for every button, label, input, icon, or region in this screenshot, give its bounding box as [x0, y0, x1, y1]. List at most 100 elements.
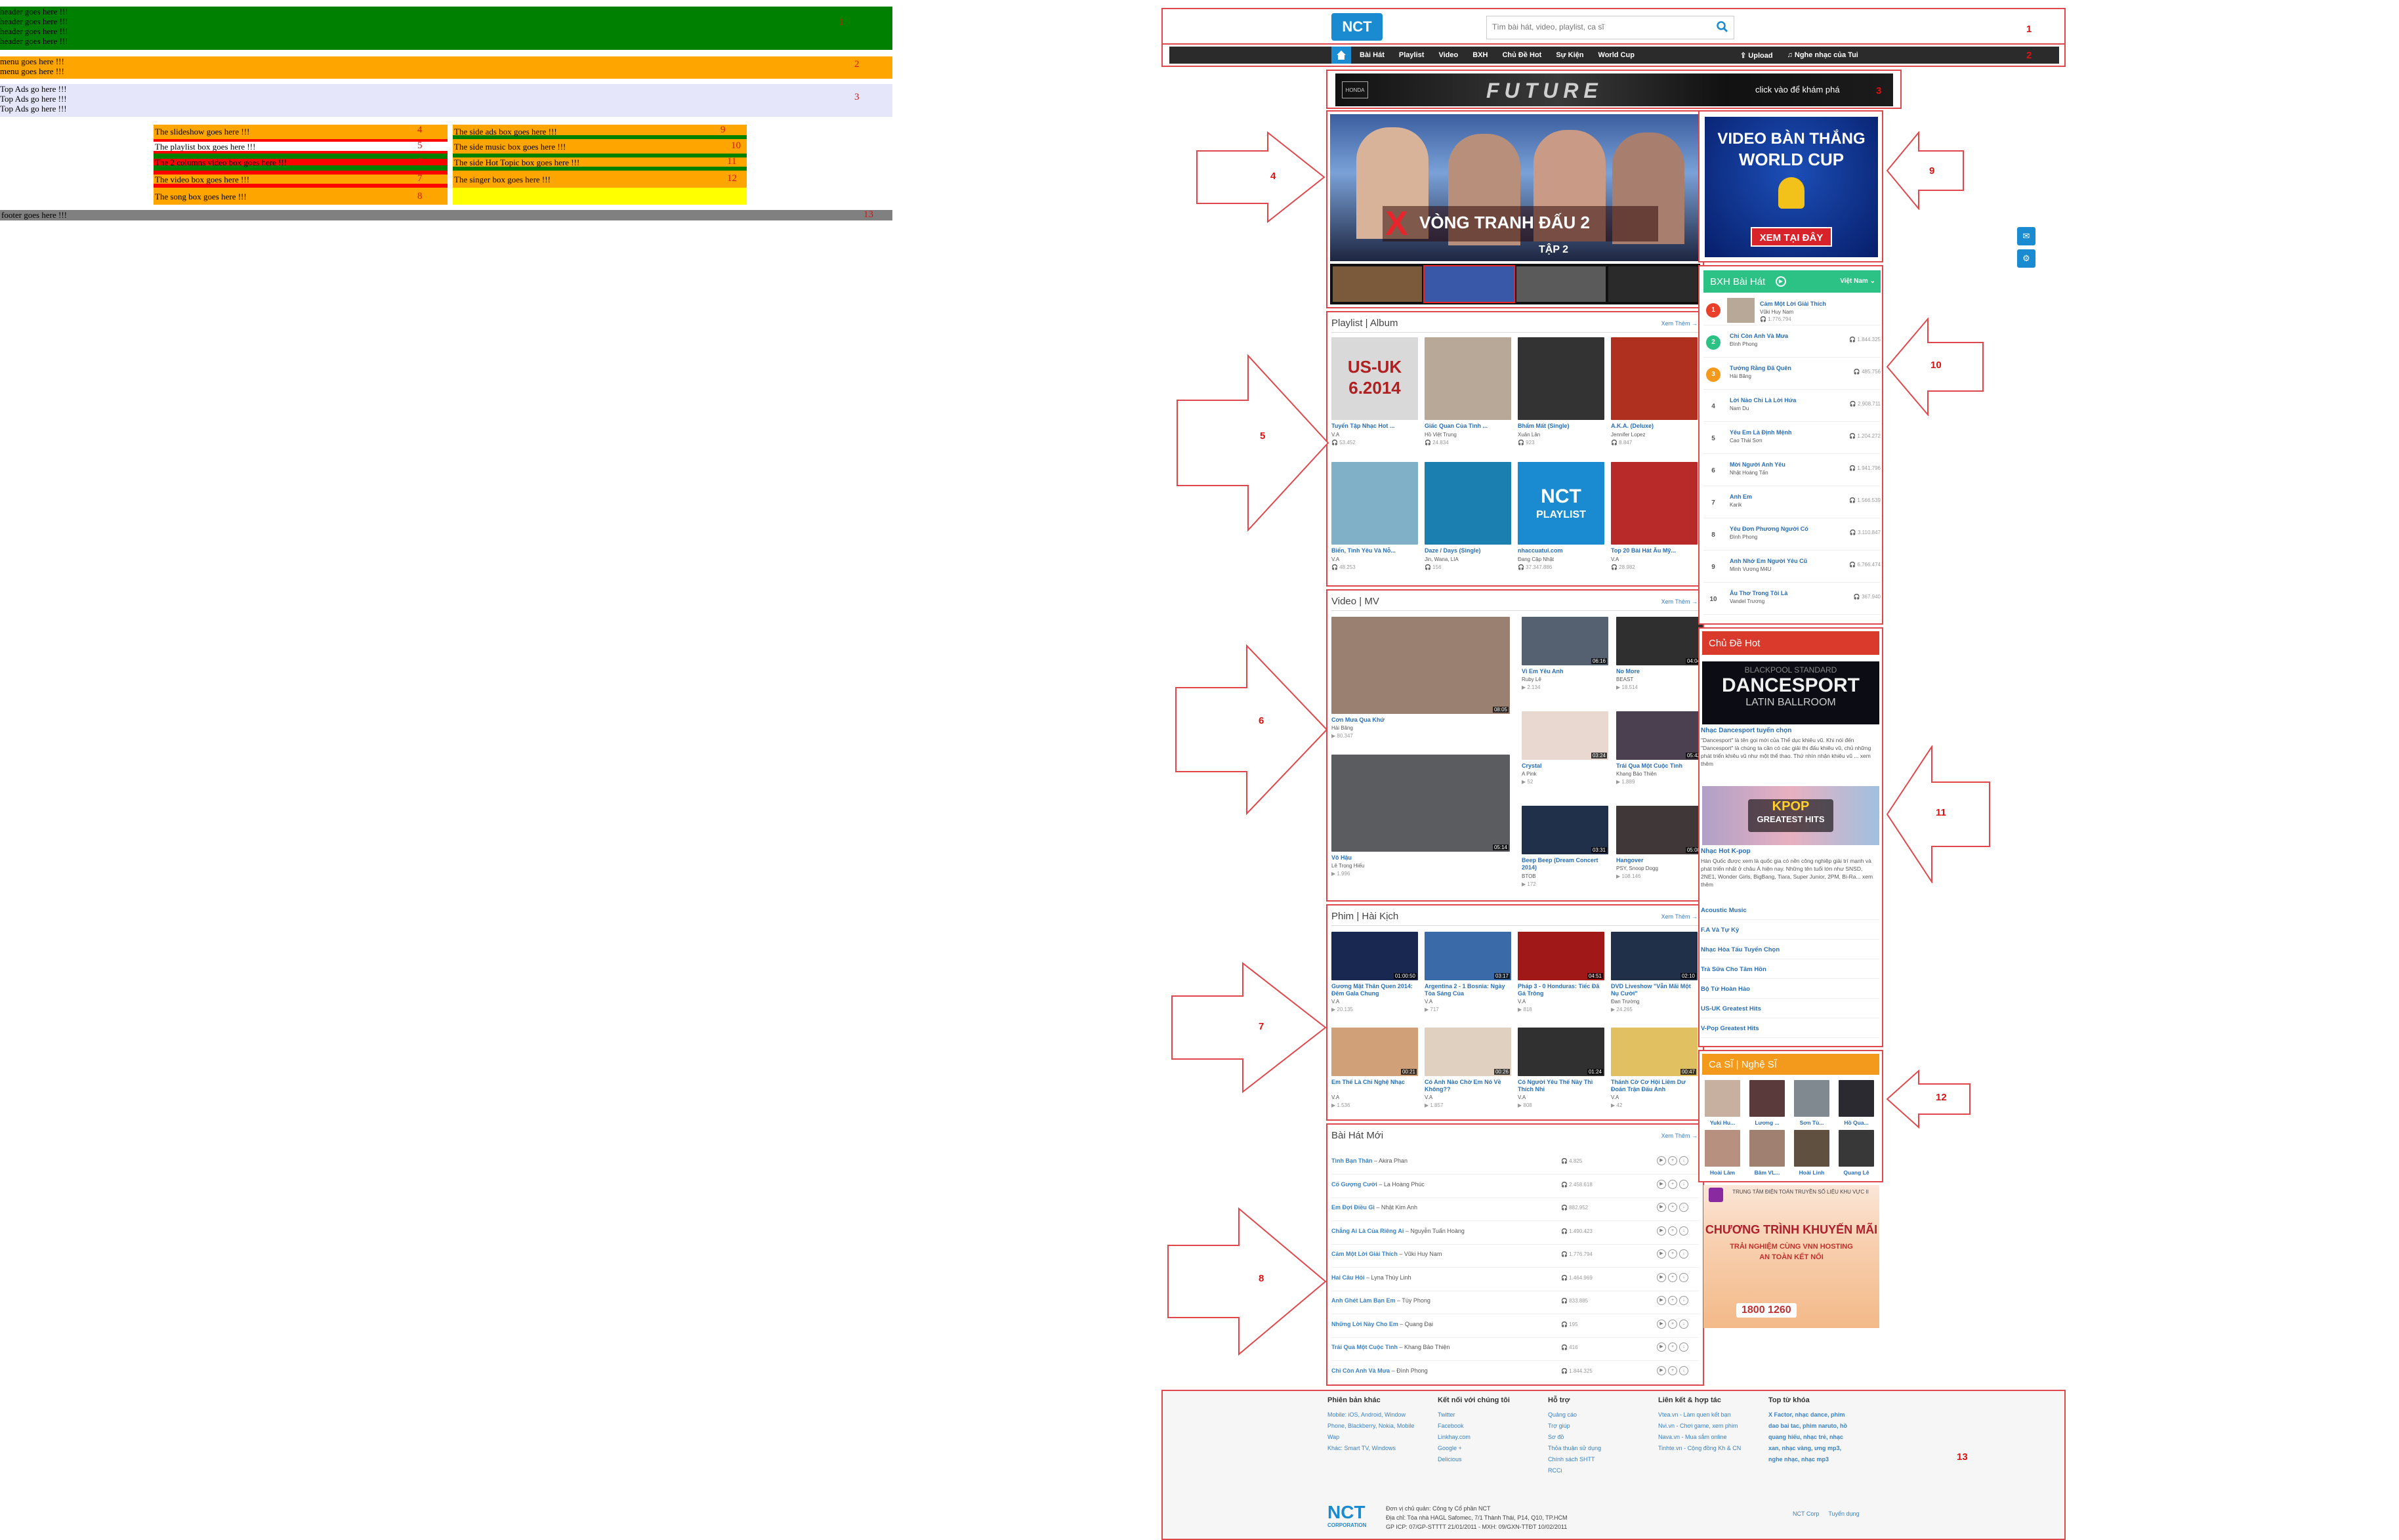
video-thumb[interactable]: 05:42: [1616, 711, 1703, 760]
song-title[interactable]: Tình Bạn Thân: [1331, 1157, 1373, 1164]
chart-artist[interactable]: Minh Vương M4U: [1730, 566, 1772, 572]
film-thumb[interactable]: 02:10: [1611, 932, 1698, 980]
video-title[interactable]: Cơn Mưa Qua Khứ: [1331, 717, 1385, 723]
footer-link[interactable]: Chính sách SHTT: [1548, 1454, 1653, 1465]
playlist-artist[interactable]: V.A: [1331, 432, 1418, 438]
avatar[interactable]: [1794, 1130, 1829, 1167]
film-thumb[interactable]: 03:17: [1425, 932, 1511, 980]
singer-card[interactable]: Sơn Tù...: [1791, 1080, 1832, 1127]
song-artist[interactable]: – Lyna Thùy Linh: [1365, 1274, 1411, 1281]
video-card[interactable]: 03:24 Crystal A Pink ▶ 52: [1522, 711, 1608, 803]
singer-card[interactable]: Hoài Linh: [1791, 1130, 1832, 1177]
footer-link[interactable]: Phone, Blackberry, Nokia, Mobile: [1327, 1421, 1432, 1432]
film-title[interactable]: Em Thế Là Chỉ Nghệ Nhạc: [1331, 1079, 1418, 1093]
playlist-thumb[interactable]: [1425, 337, 1511, 420]
chart-row[interactable]: 9 Anh Nhớ Em Người Yêu Cũ Minh Vương M4U 🎧 …: [1703, 552, 1881, 583]
chart-song-title[interactable]: Anh Nhớ Em Người Yêu Cũ: [1730, 558, 1815, 564]
playlist-thumb[interactable]: [1611, 462, 1698, 545]
play-icon[interactable]: ▶: [1657, 1319, 1666, 1329]
dancesport-image[interactable]: BLACKPOOL STANDARD DANCESPORT LATIN BALL…: [1702, 661, 1879, 724]
video-thumb[interactable]: 04:04: [1616, 617, 1703, 665]
footer-link[interactable]: Twitter: [1438, 1409, 1543, 1421]
worldcup-ad[interactable]: VIDEO BÀN THẮNG WORLD CUP XEM TẠI ĐÂY: [1705, 117, 1878, 257]
chart-row[interactable]: 8 Yêu Đơn Phương Người Có Đình Phong 🎧 3.11…: [1703, 520, 1881, 551]
song-artist[interactable]: – Tùy Phong: [1396, 1297, 1430, 1304]
upload-button[interactable]: ⇪ Upload: [1740, 51, 1773, 60]
song-row[interactable]: Chỉ Còn Anh Và Mưa – Đình Phong 🎧 1.844.3…: [1331, 1363, 1699, 1384]
footer-link[interactable]: nghe nhạc, nhạc mp3: [1768, 1454, 1873, 1465]
chart-song-title[interactable]: Âu Thơ Trong Tôi Là: [1730, 590, 1815, 596]
nav-item[interactable]: Video: [1438, 51, 1458, 59]
song-row[interactable]: Anh Ghét Làm Bạn Em – Tùy Phong 🎧 833.885…: [1331, 1293, 1699, 1314]
slide-thumb[interactable]: [1516, 266, 1606, 302]
hot-topic-title[interactable]: Nhạc Hot K-pop: [1701, 848, 1751, 855]
footer-link[interactable]: Thỏa thuận sử dụng: [1548, 1443, 1653, 1454]
play-icon[interactable]: ▶: [1657, 1156, 1666, 1165]
playlist-title[interactable]: Biển, Tình Yêu Và Nỗ...: [1331, 547, 1418, 554]
playlist-artist[interactable]: Jennifer Lopez: [1611, 432, 1698, 438]
song-title[interactable]: Hai Câu Hỏi: [1331, 1274, 1365, 1281]
playlist-card[interactable]: Daze / Days (Single) Jin, Wana, LIA 🎧 156: [1425, 462, 1511, 581]
video-artist[interactable]: Khang Bảo Thiện: [1616, 771, 1657, 777]
settings-icon[interactable]: ⚙: [2017, 249, 2035, 268]
song-row[interactable]: Em Đợi Điều Gì – Nhật Kim Anh 🎧 882.952 ▶ +…: [1331, 1200, 1699, 1221]
hot-topic-link[interactable]: Bộ Tứ Hoàn Hảo: [1701, 986, 1879, 999]
playlist-thumb[interactable]: [1331, 462, 1418, 545]
video-card[interactable]: 06:16 Vì Em Yêu Anh Ruby Lê ▶ 2.134: [1522, 617, 1608, 709]
song-row[interactable]: Những Lời Này Cho Em – Quang Đại 🎧 195 ▶ + ↓: [1331, 1317, 1699, 1338]
download-icon[interactable]: ↓: [1679, 1365, 1688, 1375]
add-icon[interactable]: +: [1668, 1319, 1677, 1329]
hot-topic-link[interactable]: Trà Sữa Cho Tâm Hồn: [1701, 966, 1879, 979]
video-thumb[interactable]: 06:16: [1522, 617, 1608, 665]
footer-link[interactable]: xan, nhạc vàng, ưng mp3,: [1768, 1443, 1873, 1454]
video-artist[interactable]: PSY, Snoop Dogg: [1616, 865, 1658, 871]
song-row[interactable]: Tình Bạn Thân – Akira Phan 🎧 4.825 ▶ + ↓: [1331, 1154, 1699, 1175]
footer-link[interactable]: Wap: [1327, 1432, 1432, 1443]
film-artist[interactable]: V.A: [1331, 1094, 1339, 1100]
footer-link[interactable]: Quảng cáo: [1548, 1409, 1653, 1421]
film-title[interactable]: DVD Liveshow "Vẫn Mãi Một Nụ Cười": [1611, 983, 1698, 997]
song-title[interactable]: Chẳng Ai Là Của Riêng Ai: [1331, 1228, 1404, 1234]
footer-link[interactable]: Nava.vn - Mua sắm online: [1658, 1432, 1763, 1443]
film-thumb[interactable]: 01:00:50: [1331, 932, 1418, 980]
film-thumb[interactable]: 01:24: [1518, 1028, 1604, 1076]
play-icon[interactable]: ▶: [1776, 276, 1786, 287]
video-title[interactable]: Vì Em Yêu Anh: [1522, 668, 1608, 675]
footer-link[interactable]: Trợ giúp: [1548, 1421, 1653, 1432]
more-link[interactable]: Xem Thêm →: [1661, 598, 1698, 605]
singer-name[interactable]: Hoài Lâm: [1702, 1169, 1743, 1176]
playlist-title[interactable]: A.K.A. (Deluxe): [1611, 423, 1698, 429]
avatar[interactable]: [1705, 1080, 1740, 1117]
song-title[interactable]: Anh Ghét Làm Bạn Em: [1331, 1297, 1396, 1304]
playlist-artist[interactable]: V.A: [1611, 556, 1698, 562]
footer-link[interactable]: Khác: Smart TV, Windows: [1327, 1443, 1432, 1454]
song-row[interactable]: Trái Qua Một Cuộc Tình – Khang Bảo Thiện…: [1331, 1340, 1699, 1361]
video-thumb[interactable]: 03:31: [1522, 806, 1608, 854]
footer-link[interactable]: Linkhay.com: [1438, 1432, 1543, 1443]
film-card[interactable]: 00:21 Em Thế Là Chỉ Nghệ Nhạc V.A ▶ 1.536: [1331, 1028, 1418, 1121]
add-icon[interactable]: +: [1668, 1272, 1677, 1282]
chart-row[interactable]: 6 Mời Người Anh Yêu Nhật Hoàng Tấn 🎧 1.941.…: [1703, 456, 1881, 486]
corp-link[interactable]: NCT Corp: [1793, 1510, 1819, 1517]
add-icon[interactable]: +: [1668, 1179, 1677, 1189]
kpop-image[interactable]: KPOP GREATEST HITS: [1702, 786, 1879, 845]
chart-row[interactable]: 1 Cảm Một Lời Giải Thích Vũki Huy Nam 🎧 1.7…: [1703, 295, 1881, 325]
footer-link[interactable]: Delicious: [1438, 1454, 1543, 1465]
video-artist[interactable]: Ruby Lê: [1522, 676, 1541, 682]
video-card[interactable]: 05:08 Hangover PSY, Snoop Dogg ▶ 108.146: [1616, 806, 1703, 898]
chart-row[interactable]: 7 Anh Em Karik 🎧 1.566.539: [1703, 488, 1881, 518]
chart-artist[interactable]: Vandel Trương: [1730, 598, 1764, 604]
playlist-title[interactable]: Top 20 Bài Hát Âu Mỹ...: [1611, 547, 1698, 554]
film-artist[interactable]: V.A: [1518, 999, 1526, 1005]
nav-item[interactable]: World Cup: [1598, 51, 1635, 59]
film-card[interactable]: 01:24 Có Người Yêu Thế Này Thì Thích Nhỉ V…: [1518, 1028, 1604, 1121]
download-icon[interactable]: ↓: [1679, 1203, 1688, 1212]
film-artist[interactable]: V.A: [1331, 999, 1339, 1005]
chart-song-title[interactable]: Anh Em: [1730, 493, 1815, 500]
video-card[interactable]: 05:42 Trái Qua Một Cuộc Tình Khang Bảo Thi…: [1616, 711, 1703, 803]
singer-name[interactable]: Yuki Hu...: [1702, 1119, 1743, 1126]
chart-thumb[interactable]: [1727, 298, 1755, 323]
song-row[interactable]: Cố Gượng Cười – La Hoàng Phúc 🎧 2.458.618…: [1331, 1177, 1699, 1198]
playlist-title[interactable]: Giấc Quan Của Tình ...: [1425, 423, 1511, 429]
video-artist[interactable]: BTOB: [1522, 873, 1536, 879]
